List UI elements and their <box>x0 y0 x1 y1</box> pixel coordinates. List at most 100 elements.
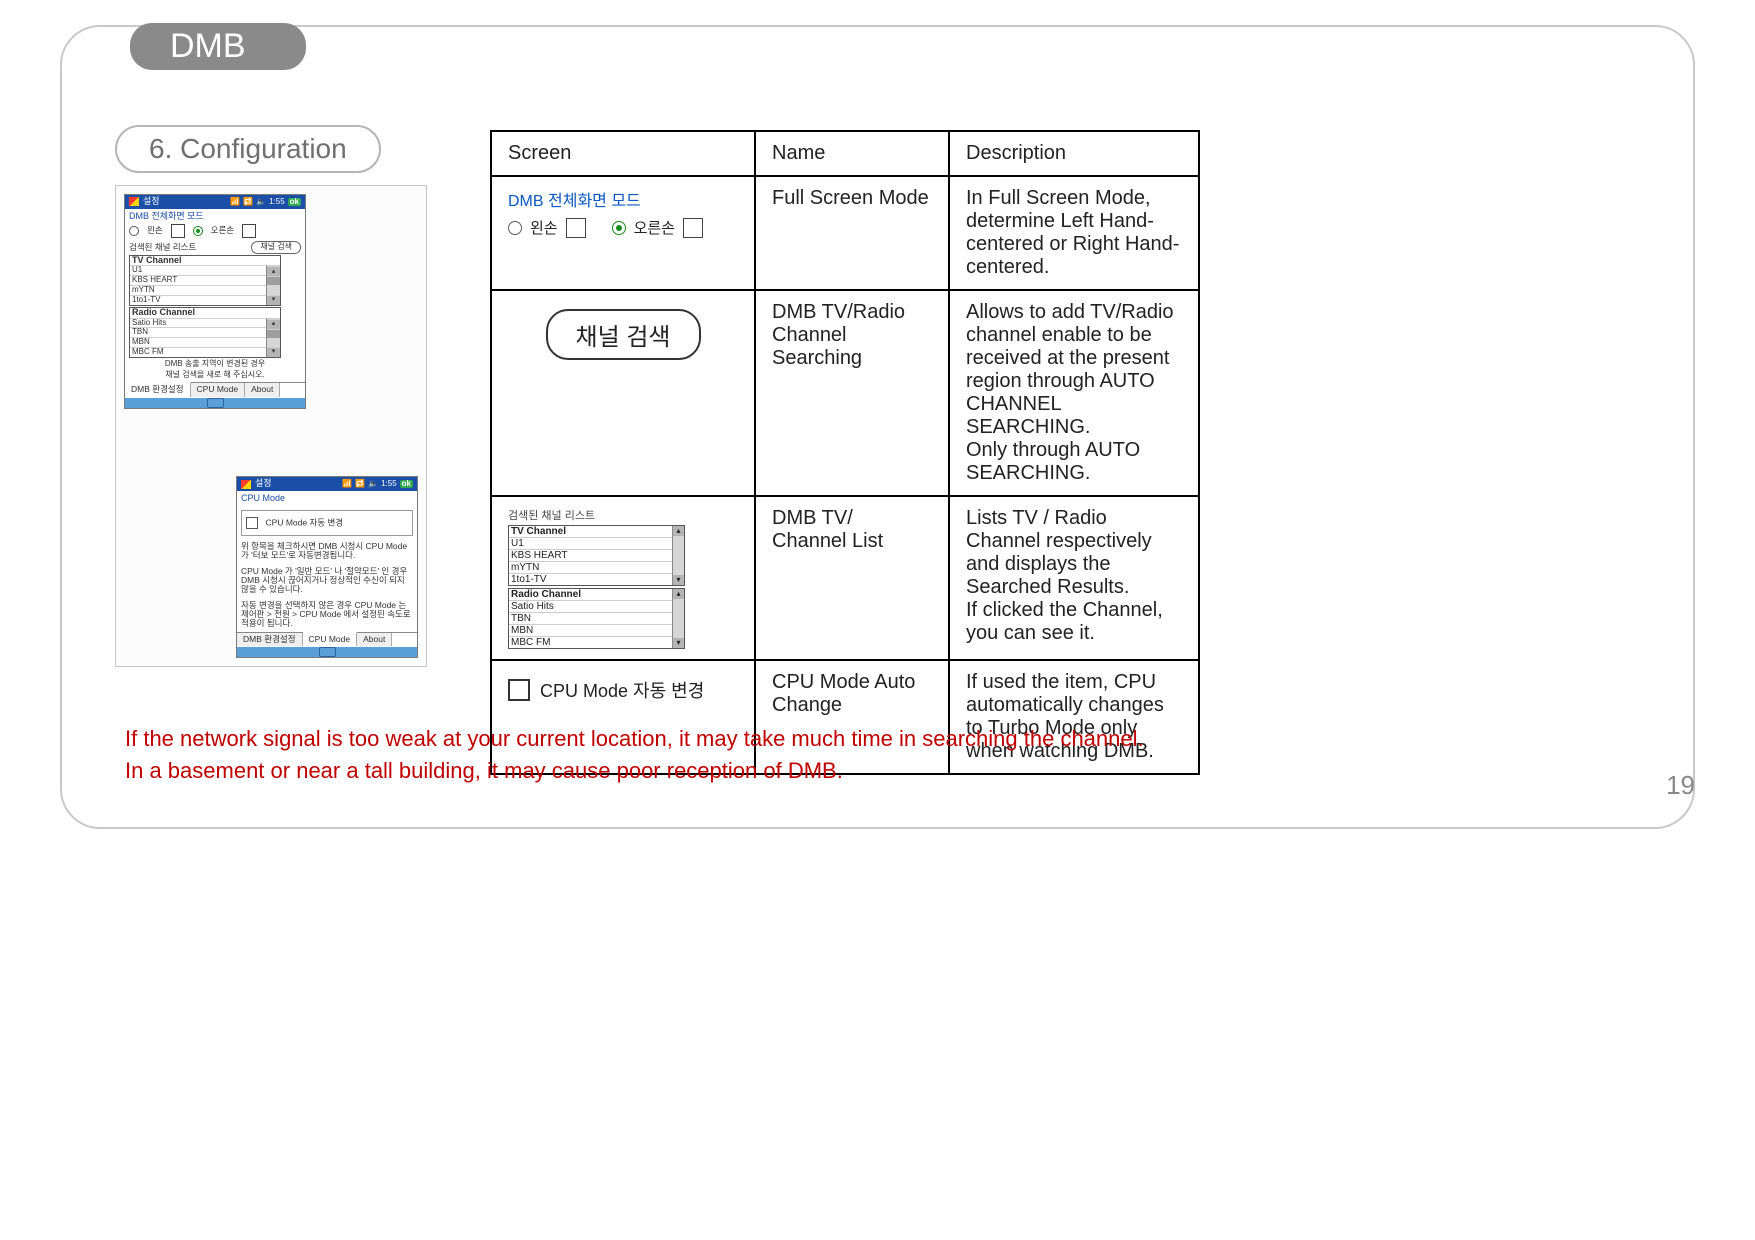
list-item[interactable]: mYTN <box>130 285 280 295</box>
snippet-channel-search: 채널 검색 <box>508 301 738 368</box>
name-cell: DMB TV/Radio Channel Searching <box>755 290 949 496</box>
section-title: 6. Configuration <box>115 125 381 173</box>
description-table: Screen Name Description DMB 전체화면 모드 왼손 오… <box>490 130 1200 775</box>
name-cell: Full Screen Mode <box>755 176 949 290</box>
cpu-mode-checkbox-label: CPU Mode 자동 변경 <box>266 517 344 527</box>
screen-cell: DMB 전체화면 모드 왼손 오른손 <box>491 176 755 290</box>
snippet-channel-list: 검색된 채널 리스트 TV Channel U1 KBS HEART mYTN … <box>508 507 738 649</box>
keyboard-icon[interactable] <box>207 398 224 408</box>
radio-right-hand[interactable] <box>612 221 626 235</box>
radio-channel-list[interactable]: Satio Hits TBN MBN MBC FM ▴▾ <box>130 318 280 357</box>
channel-search-button[interactable]: 채널 검색 <box>251 241 301 254</box>
list-item[interactable]: MBN <box>130 337 280 347</box>
tab-about[interactable]: About <box>357 633 392 646</box>
pda-body: CPU Mode CPU Mode 자동 변경 위 항목을 체크하시면 DMB … <box>237 491 417 632</box>
radio-channel-header: Radio Channel <box>130 308 280 318</box>
scrollbar[interactable]: ▴▾ <box>266 318 280 357</box>
scrollbar[interactable]: ▴▾ <box>672 589 684 648</box>
table-header-row: Screen Name Description <box>491 131 1199 176</box>
tab-dmb-settings[interactable]: DMB 환경설정 <box>237 633 303 646</box>
list-item[interactable]: Satio Hits <box>130 318 280 328</box>
cpu-mode-checkbox[interactable] <box>508 679 530 701</box>
left-hand-icon <box>566 218 586 238</box>
screenshot-gallery: 설정 📶 🔁 🔈 1:55 ok DMB 전체화면 모드 왼손 오른손 <box>115 185 427 667</box>
name-cell: DMB TV/ Channel List <box>755 496 949 660</box>
list-item[interactable]: U1 <box>130 265 280 275</box>
desc-cell: Allows to add TV/Radio channel enable to… <box>949 290 1199 496</box>
cpu-desc-1: 위 항목을 체크하시면 DMB 시청시 CPU Mode 가 '터보 모드'로 … <box>241 542 413 561</box>
tab-dmb-settings[interactable]: DMB 환경설정 <box>125 382 191 396</box>
snippet-cpu-mode: CPU Mode 자동 변경 <box>508 677 738 703</box>
ok-button[interactable]: ok <box>400 480 413 489</box>
sync-icon: 🔁 <box>243 198 253 207</box>
fullscreen-mode-label: DMB 전체화면 모드 <box>129 212 301 222</box>
pda-title: 설정 <box>143 197 160 207</box>
tab-about[interactable]: About <box>245 383 280 396</box>
sync-icon: 🔁 <box>355 480 365 489</box>
list-item[interactable]: MBC FM <box>509 636 684 648</box>
list-item[interactable]: KBS HEART <box>130 275 280 285</box>
list-item[interactable]: 1to1-TV <box>509 573 684 585</box>
channel-search-button[interactable]: 채널 검색 <box>546 309 701 360</box>
warning-text: If the network signal is too weak at you… <box>125 723 1665 787</box>
page: DMB 6. Configuration 설정 📶 🔁 🔈 1:55 ok DM… <box>0 0 1755 1240</box>
pda-screenshot-cpumode: 설정 📶 🔁 🔈 1:55 ok CPU Mode CPU Mode 자동 변경… <box>236 476 418 658</box>
cpu-mode-checkbox-row: CPU Mode 자동 변경 <box>241 510 413 536</box>
list-item[interactable]: MBC FM <box>130 347 280 357</box>
list-item[interactable]: KBS HEART <box>509 549 684 561</box>
pda-title: 설정 <box>255 479 272 489</box>
tab-cpu-mode[interactable]: CPU Mode <box>191 383 246 396</box>
screen-cell: 채널 검색 <box>491 290 755 496</box>
warning-line-1: If the network signal is too weak at you… <box>125 723 1665 755</box>
list-item[interactable]: 1to1-TV <box>130 295 280 305</box>
desc-cell: Lists TV / Radio Channel respectively an… <box>949 496 1199 660</box>
radio-left-hand[interactable] <box>508 221 522 235</box>
antenna-icon: 📶 <box>342 480 352 489</box>
cpu-mode-checkbox-label: CPU Mode 자동 변경 <box>540 677 704 703</box>
radio-channel-box: Radio Channel Satio Hits TBN MBN MBC FM … <box>508 588 685 649</box>
keyboard-icon[interactable] <box>319 647 336 657</box>
pda-bottombar <box>125 398 305 408</box>
left-hand-icon <box>171 224 185 238</box>
th-name: Name <box>755 131 949 176</box>
table-row: 채널 검색 DMB TV/Radio Channel Searching All… <box>491 290 1199 496</box>
tv-channel-box: TV Channel U1 KBS HEART mYTN 1to1-TV ▴▾ <box>129 255 281 306</box>
note-line-1: DMB 송출 지역이 변경된 경우 <box>129 360 301 369</box>
tv-channel-list[interactable]: U1 KBS HEART mYTN 1to1-TV ▴▾ <box>130 265 280 304</box>
cpu-mode-checkbox[interactable] <box>246 517 258 529</box>
page-number: 19 <box>1666 770 1695 801</box>
clock: 1:55 <box>269 198 285 207</box>
flag-icon <box>129 197 139 206</box>
tab-cpu-mode[interactable]: CPU Mode <box>303 632 358 646</box>
scrollbar[interactable]: ▴▾ <box>672 526 684 585</box>
snippet-hand-row: 왼손 오른손 <box>508 217 738 238</box>
tv-channel-box: TV Channel U1 KBS HEART mYTN 1to1-TV ▴▾ <box>508 525 685 586</box>
left-hand-label: 왼손 <box>530 217 558 238</box>
volume-icon: 🔈 <box>368 480 378 489</box>
list-item[interactable]: Satio Hits <box>509 600 684 612</box>
table-row: DMB 전체화면 모드 왼손 오른손 Full Screen Mode In F… <box>491 176 1199 290</box>
ok-button[interactable]: ok <box>288 198 301 207</box>
pda-bottombar <box>237 647 417 657</box>
pda-titlebar: 설정 📶 🔁 🔈 1:55 ok <box>237 477 417 491</box>
right-hand-icon <box>242 224 256 238</box>
tv-channel-header: TV Channel <box>130 256 280 266</box>
th-description: Description <box>949 131 1199 176</box>
warning-line-2: In a basement or near a tall building, i… <box>125 755 1665 787</box>
snippet-title: DMB 전체화면 모드 <box>508 187 738 211</box>
tv-channel-header: TV Channel <box>509 526 684 537</box>
list-item[interactable]: TBN <box>509 612 684 624</box>
left-hand-label: 왼손 <box>147 226 163 235</box>
radio-right-hand[interactable] <box>193 226 203 236</box>
radio-channel-box: Radio Channel Satio Hits TBN MBN MBC FM … <box>129 307 281 358</box>
list-item[interactable]: mYTN <box>509 561 684 573</box>
list-item[interactable]: U1 <box>509 537 684 549</box>
searched-list-label: 검색된 채널 리스트 <box>129 243 196 252</box>
scrollbar[interactable]: ▴▾ <box>266 265 280 304</box>
list-item[interactable]: TBN <box>130 327 280 337</box>
list-item[interactable]: MBN <box>509 624 684 636</box>
flag-icon <box>241 480 251 489</box>
right-hand-label: 오른손 <box>634 217 675 238</box>
radio-left-hand[interactable] <box>129 226 139 236</box>
desc-cell: In Full Screen Mode, determine Left Hand… <box>949 176 1199 290</box>
